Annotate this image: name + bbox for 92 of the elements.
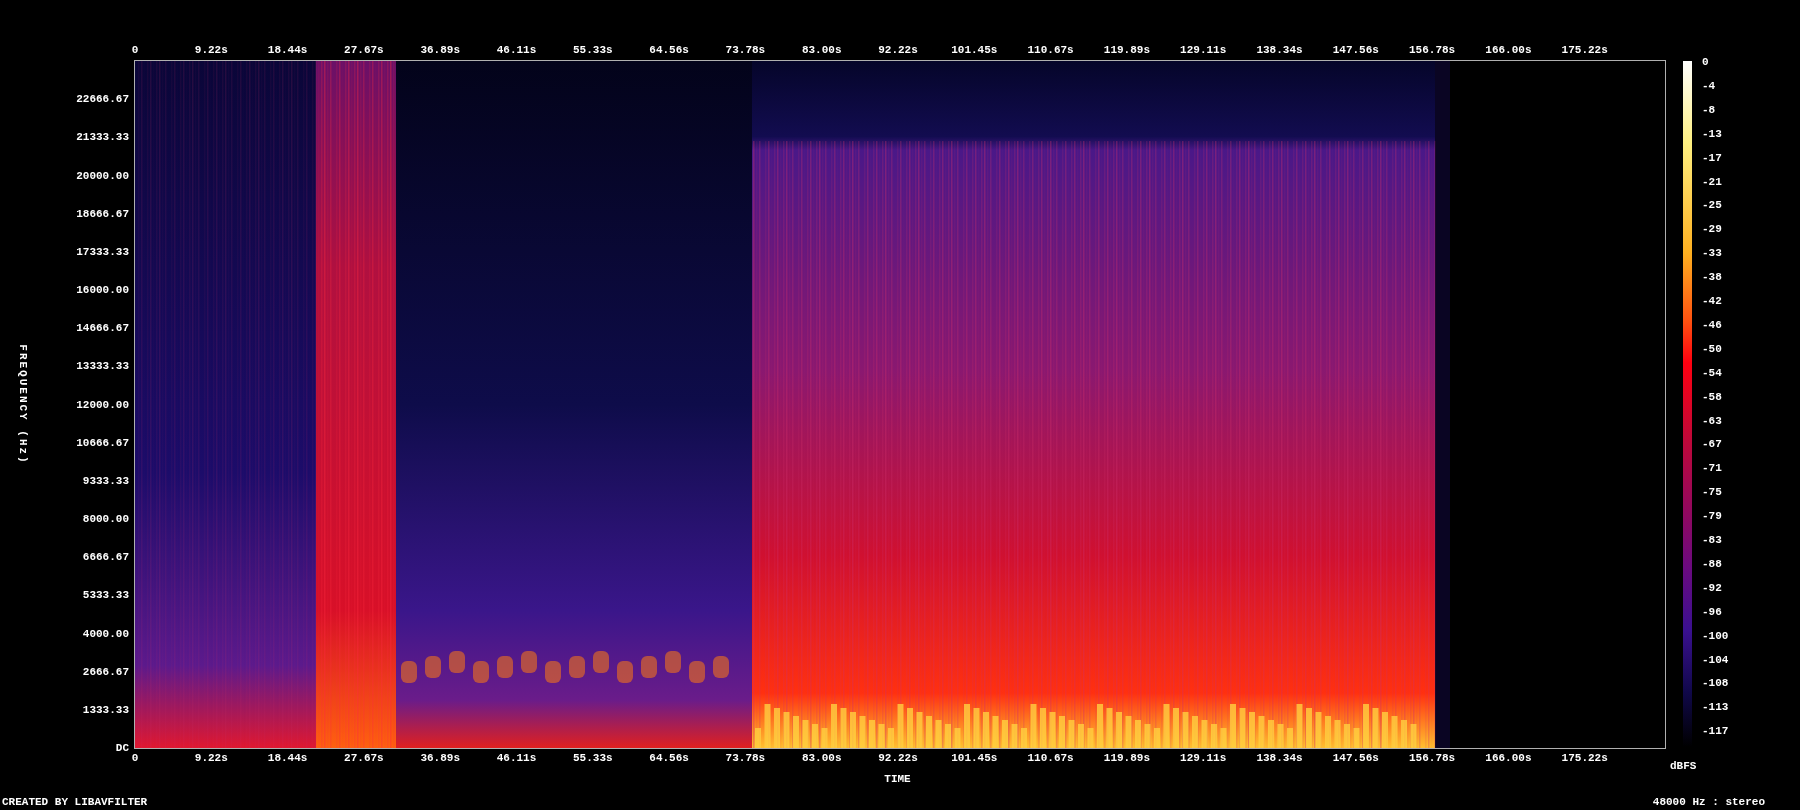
x-tick-label: 110.67s <box>1027 45 1074 56</box>
x-tick-label: 119.89s <box>1103 45 1150 56</box>
x-tick-label: 73.78s <box>725 753 766 764</box>
colorbar-tick-label: -38 <box>1702 271 1722 283</box>
x-tick-label: 110.67s <box>1027 753 1074 764</box>
x-tick-label: 46.11s <box>496 45 537 56</box>
colorbar-tick-label: -71 <box>1702 462 1722 474</box>
audio-format-text: 48000 Hz : stereo <box>1652 797 1765 808</box>
y-tick-label: 18666.67 <box>76 208 129 220</box>
colorbar-tick-label: -21 <box>1702 176 1722 187</box>
colorbar-tick-label: -54 <box>1702 367 1722 379</box>
x-tick-label: 175.22s <box>1561 753 1608 764</box>
x-tick-label: 9.22s <box>194 45 228 56</box>
x-tick-label: 9.22s <box>194 753 228 764</box>
x-tick-label: 92.22s <box>878 45 918 56</box>
x-tick-label: 156.78s <box>1409 753 1456 764</box>
x-tick-label: 175.22s <box>1561 45 1608 56</box>
y-tick-label: 10666.67 <box>76 437 129 449</box>
y-tick-label: 6666.67 <box>82 551 129 563</box>
colorbar-tick-label: -63 <box>1702 415 1722 426</box>
y-tick-label: 12000.00 <box>76 399 129 410</box>
y-tick-label: 22666.67 <box>76 93 129 105</box>
colorbar-tick-label: -58 <box>1702 391 1722 403</box>
colorbar-tick-label: -79 <box>1702 510 1722 522</box>
x-tick-label: 156.78s <box>1409 45 1456 56</box>
x-tick-label: 166.00s <box>1485 45 1532 56</box>
y-tick-label: 9333.33 <box>82 475 129 487</box>
x-tick-label: 73.78s <box>725 45 766 56</box>
x-tick-label: 129.11s <box>1180 753 1227 764</box>
y-tick-label: 21333.33 <box>76 131 129 143</box>
colorbar-tick-label: -4 <box>1702 80 1716 92</box>
x-tick-label: 46.11s <box>496 753 537 764</box>
colorbar-tick-label: -67 <box>1702 438 1722 450</box>
y-tick-label: 17333.33 <box>76 246 129 258</box>
x-tick-label: 36.89s <box>420 45 460 56</box>
y-axis-title: FREQUENCY (Hz) <box>16 344 28 465</box>
x-tick-label: 18.44s <box>267 45 308 56</box>
y-tick-label: 20000.00 <box>76 170 129 181</box>
colorbar-tick-label: 0 <box>1702 56 1709 68</box>
credit-text: CREATED BY LIBAVFILTER <box>2 797 148 808</box>
x-tick-label: 147.56s <box>1332 753 1379 764</box>
colorbar-tick-label: -50 <box>1702 343 1722 355</box>
x-tick-label: 18.44s <box>267 753 308 764</box>
x-tick-label: 64.56s <box>649 45 689 56</box>
x-tick-label: 119.89s <box>1103 753 1150 764</box>
y-tick-label: 5333.33 <box>82 589 129 601</box>
x-tick-label: 101.45s <box>951 45 998 56</box>
colorbar-tick-label: -29 <box>1702 223 1722 235</box>
colorbar-tick-label: -75 <box>1702 486 1722 498</box>
x-tick-label: 83.00s <box>801 753 842 764</box>
colorbar-tick-label: -96 <box>1702 606 1722 618</box>
colorbar-tick-label: -113 <box>1702 701 1729 713</box>
colorbar-tick-label: -8 <box>1702 104 1716 116</box>
x-tick-label: 138.34s <box>1256 753 1303 764</box>
x-axis-title: TIME <box>884 774 911 785</box>
colorbar-tick-label: -25 <box>1702 199 1722 211</box>
colorbar-tick-label: -46 <box>1702 319 1722 331</box>
x-tick-label: 0 <box>131 753 139 764</box>
x-tick-label: 147.56s <box>1332 45 1379 56</box>
colorbar-tick-label: -92 <box>1702 582 1722 594</box>
x-tick-label: 64.56s <box>649 753 689 764</box>
colorbar-unit: dBFS <box>1670 761 1697 772</box>
colorbar-tick-label: -100 <box>1702 630 1729 642</box>
y-tick-label: 16000.00 <box>76 284 129 296</box>
y-tick-label: 4000.00 <box>82 628 129 639</box>
colorbar-tick-label: -108 <box>1702 677 1729 689</box>
colorbar-tick-label: -104 <box>1702 654 1729 665</box>
x-tick-label: 0 <box>131 45 139 56</box>
x-tick-label: 138.34s <box>1256 45 1303 56</box>
y-tick-label: 8000.00 <box>82 513 129 525</box>
y-tick-label: DC <box>115 742 129 754</box>
colorbar-tick-label: -17 <box>1702 152 1722 164</box>
y-tick-label: 14666.67 <box>76 322 129 334</box>
y-tick-label: 1333.33 <box>82 704 129 716</box>
x-tick-label: 92.22s <box>878 753 918 764</box>
colorbar-tick-label: -42 <box>1702 295 1722 307</box>
colorbar-tick-label: -88 <box>1702 558 1722 570</box>
colorbar-tick-label: -33 <box>1702 247 1722 259</box>
y-tick-label: 13333.33 <box>76 360 129 372</box>
x-tick-label: 129.11s <box>1180 45 1227 56</box>
colorbar-tick-label: -13 <box>1702 128 1722 140</box>
x-tick-label: 55.33s <box>573 45 613 56</box>
x-tick-label: 101.45s <box>951 753 998 764</box>
x-tick-label: 55.33s <box>573 753 613 764</box>
x-tick-label: 83.00s <box>801 45 842 56</box>
y-tick-label: 2666.67 <box>82 666 129 678</box>
x-tick-label: 166.00s <box>1485 753 1532 764</box>
x-tick-label: 27.67s <box>344 753 384 764</box>
colorbar-tick-label: -83 <box>1702 534 1722 546</box>
x-tick-label: 27.67s <box>344 45 384 56</box>
colorbar-tick-label: -117 <box>1702 725 1729 737</box>
x-tick-label: 36.89s <box>420 753 460 764</box>
